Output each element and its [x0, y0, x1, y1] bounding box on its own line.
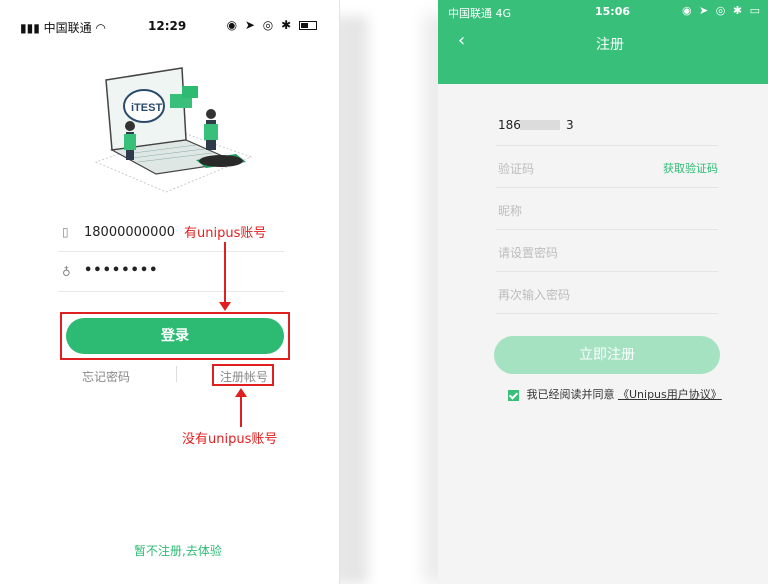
register-header: 中国联通 4G 15:06 ◉ ➤ ◎ ✱ ▭ ‹ 注册 [438, 0, 768, 84]
location-icon: ➤ [244, 18, 257, 32]
status-time: 15:06 [595, 5, 631, 18]
status-time: 12:29 [148, 19, 187, 33]
password-placeholder: 请设置密码 [498, 246, 559, 260]
confirm-password-field[interactable]: 再次输入密码 [496, 272, 718, 314]
phone-number-suffix: 3 [566, 118, 574, 132]
verification-code-field[interactable]: 验证码 获取验证码 [496, 146, 718, 188]
annotation-has-account: 有unipus账号 [184, 226, 267, 241]
phone-icon: ▯ [62, 225, 69, 239]
phone-input[interactable]: 18000000000 [84, 225, 175, 240]
battery-icon: ▭ [749, 4, 762, 17]
register-now-button[interactable]: 立即注册 [494, 336, 720, 374]
alarm-icon: ◎ [715, 4, 728, 17]
register-screen: 中国联通 4G 15:06 ◉ ➤ ◎ ✱ ▭ ‹ 注册 186 3 验证码 获… [438, 0, 768, 584]
password-field[interactable]: 请设置密码 [496, 230, 718, 272]
alarm-icon: ◎ [262, 18, 276, 32]
bluetooth-icon: ✱ [281, 18, 294, 32]
svg-text:iTEST: iTEST [131, 102, 162, 114]
carrier-label: 中国联通 4G [448, 7, 512, 20]
carrier-label: ▮▮▮ 中国联通 ◠ [20, 21, 106, 35]
bluetooth-icon: ✱ [732, 4, 745, 17]
link-divider [176, 366, 177, 382]
lock-rotation-icon: ◉ [681, 4, 694, 17]
agreement-checkbox[interactable] [508, 389, 519, 401]
forgot-password-link[interactable]: 忘记密码 [82, 368, 130, 385]
agreement-text: 我已经阅读并同意 [526, 388, 615, 401]
phone-number-prefix: 186 [498, 118, 521, 132]
login-button[interactable]: 登录 [66, 318, 284, 354]
wifi-icon: ◠ [95, 21, 106, 35]
status-icons: ◉ ➤ ◎ ✱ [227, 18, 317, 32]
screenshot-stage: ▮▮▮ 中国联通 ◠ 12:29 ◉ ➤ ◎ ✱ iTEST ▯ 1800000… [0, 0, 768, 584]
password-input[interactable]: •••••••• [84, 263, 158, 278]
agreement-row: 我已经阅读并同意 《Unipus用户协议》 [508, 386, 722, 402]
confirm-password-placeholder: 再次输入密码 [498, 288, 571, 302]
annotation-arrow-up [240, 395, 242, 427]
page-title: 注册 [596, 37, 624, 53]
get-code-button[interactable]: 获取验证码 [663, 160, 718, 176]
location-icon: ➤ [699, 4, 711, 17]
guest-experience-link[interactable]: 暂不注册,去体验 [134, 542, 222, 559]
battery-icon [299, 21, 317, 30]
login-screen: ▮▮▮ 中国联通 ◠ 12:29 ◉ ➤ ◎ ✱ iTEST ▯ 1800000… [0, 0, 340, 584]
password-field[interactable]: ♁ •••••••• [58, 256, 284, 292]
lock-rotation-icon: ◉ [226, 18, 240, 32]
annotation-no-account: 没有unipus账号 [182, 432, 278, 447]
signal-icon: ▮▮▮ [20, 21, 40, 35]
status-icons: ◉ ➤ ◎ ✱ ▭ [682, 4, 762, 17]
verification-code-placeholder: 验证码 [498, 162, 535, 176]
redaction-mask [520, 120, 560, 130]
annotation-arrow-down [224, 242, 226, 304]
nickname-field[interactable]: 昵称 [496, 188, 718, 230]
key-icon: ♁ [62, 265, 71, 279]
back-icon[interactable]: ‹ [458, 30, 465, 51]
phone-number-field[interactable]: 186 3 [496, 104, 718, 146]
nickname-placeholder: 昵称 [498, 204, 523, 218]
user-agreement-link[interactable]: 《Unipus用户协议》 [618, 388, 722, 401]
login-illustration-icon: iTEST [94, 67, 253, 193]
arrow-down-icon [219, 302, 231, 311]
register-highlight-box [212, 364, 274, 386]
status-bar: ▮▮▮ 中国联通 ◠ 12:29 ◉ ➤ ◎ ✱ [0, 0, 339, 40]
